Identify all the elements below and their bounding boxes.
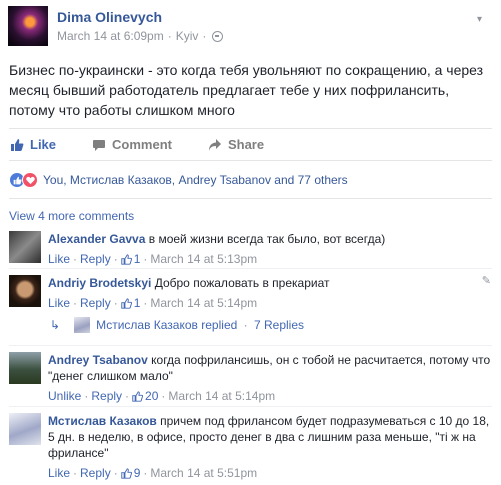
- comment-like-count[interactable]: 1: [121, 251, 140, 267]
- divider: [9, 406, 492, 407]
- comment-like-count[interactable]: 1: [121, 295, 140, 311]
- comment-button[interactable]: Comment: [92, 137, 172, 152]
- thumbs-up-icon: [121, 467, 132, 479]
- comment-time[interactable]: March 14 at 5:14pm: [150, 295, 257, 311]
- share-icon: [208, 138, 221, 151]
- comment-item: Andriy Brodetskyi Добро пожаловать в пре…: [9, 275, 492, 311]
- commenter-avatar[interactable]: [9, 352, 41, 384]
- reactions-summary[interactable]: You, Мстислав Казаков, Andrey Tsabanov a…: [9, 172, 348, 188]
- thumbs-up-icon: [121, 297, 132, 309]
- author-name[interactable]: Dima Olinevych: [57, 9, 223, 25]
- commenter-avatar[interactable]: [9, 413, 41, 445]
- comment-time[interactable]: March 14 at 5:14pm: [168, 388, 275, 404]
- comment-like-count[interactable]: 20: [132, 388, 158, 404]
- comment-item: Alexander Gavva в моей жизни всегда так …: [9, 231, 492, 267]
- post-location[interactable]: Kyiv: [176, 29, 199, 43]
- replies-count-link[interactable]: 7 Replies: [254, 318, 304, 332]
- post-date[interactable]: March 14 at 6:09pm: [57, 29, 164, 43]
- replier-name[interactable]: Мстислав Казаков: [96, 318, 198, 332]
- comment-like-link[interactable]: Like: [48, 251, 70, 267]
- post-action-bar: Like Comment Share: [9, 128, 492, 161]
- comment-text: в моей жизни всегда так было, вот всегда…: [148, 232, 386, 246]
- commenter-name[interactable]: Andriy Brodetskyi: [48, 276, 151, 290]
- commenter-avatar[interactable]: [9, 231, 41, 263]
- love-reaction-icon: [22, 172, 38, 188]
- comment-like-count[interactable]: 9: [121, 465, 140, 481]
- post-text: Бизнес по-украински - это когда тебя уво…: [9, 62, 484, 118]
- thumbs-up-icon: [11, 138, 24, 151]
- divider: [9, 198, 492, 199]
- comment-reply-link[interactable]: Reply: [80, 295, 111, 311]
- divider: [9, 345, 492, 346]
- view-more-comments-link[interactable]: View 4 more comments: [9, 209, 134, 223]
- commenter-name[interactable]: Andrey Tsabanov: [48, 353, 148, 367]
- chevron-down-icon[interactable]: ▾: [477, 14, 489, 26]
- reactions-names[interactable]: You, Мстислав Казаков, Andrey Tsabanov a…: [43, 173, 348, 187]
- comment-text: Добро пожаловать в прекариат: [154, 276, 330, 290]
- comment-reply-link[interactable]: Reply: [80, 251, 111, 267]
- thumbs-up-icon: [132, 390, 144, 402]
- commenter-avatar[interactable]: [9, 275, 41, 307]
- replies-summary[interactable]: ↳ Мстислав Казаков replied · 7 Replies: [50, 317, 304, 333]
- comment-time[interactable]: March 14 at 5:13pm: [150, 251, 257, 267]
- comment-time[interactable]: March 14 at 5:51pm: [150, 465, 257, 481]
- author-avatar[interactable]: [8, 6, 48, 46]
- comment-item: Мстислав Казаков причем под фрилансом бу…: [9, 413, 492, 481]
- edit-pencil-icon[interactable]: ✎: [482, 274, 491, 287]
- comment-like-link[interactable]: Like: [48, 465, 70, 481]
- comment-reply-link[interactable]: Reply: [91, 388, 122, 404]
- post-header: Dima Olinevych March 14 at 6:09pm · Kyiv…: [8, 6, 224, 46]
- like-button[interactable]: Like: [10, 137, 56, 152]
- comment-icon: [93, 139, 106, 151]
- comment-reply-link[interactable]: Reply: [80, 465, 111, 481]
- comment-item: Andrey Tsabanov когда пофрилансишь, он с…: [9, 352, 492, 404]
- globe-icon[interactable]: [212, 30, 224, 42]
- comment-unlike-link[interactable]: Unlike: [48, 388, 81, 404]
- post-meta: March 14 at 6:09pm · Kyiv ·: [57, 29, 224, 43]
- facebook-post-card: Dima Olinevych March 14 at 6:09pm · Kyiv…: [0, 0, 501, 485]
- commenter-name[interactable]: Мстислав Казаков: [48, 414, 157, 428]
- share-button[interactable]: Share: [208, 137, 264, 152]
- reply-arrow-icon: ↳: [50, 318, 61, 332]
- commenter-name[interactable]: Alexander Gavva: [48, 232, 145, 246]
- divider: [9, 268, 492, 269]
- thumbs-up-icon: [121, 253, 132, 265]
- comment-like-link[interactable]: Like: [48, 295, 70, 311]
- replier-avatar: [74, 317, 91, 333]
